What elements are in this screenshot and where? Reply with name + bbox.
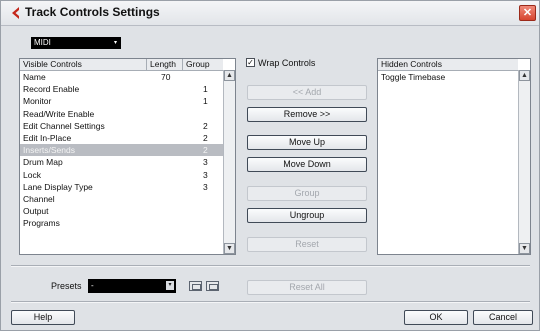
control-name: Edit In-Place: [23, 133, 72, 143]
control-name: Read/Write Enable: [23, 108, 95, 119]
move-up-button[interactable]: Move Up: [247, 135, 367, 150]
control-group: 2: [203, 120, 208, 131]
control-group: 2: [203, 133, 208, 143]
control-group: 3: [203, 157, 208, 168]
presets-label: Presets: [51, 281, 82, 291]
visible-control-row[interactable]: Read/Write Enable: [20, 108, 223, 120]
cubase-logo-icon: [12, 7, 19, 19]
save-preset-icon[interactable]: [189, 281, 202, 291]
control-name: Channel: [23, 194, 55, 204]
cancel-button[interactable]: Cancel: [473, 310, 533, 325]
dropdown-arrow-icon: ▾: [166, 281, 174, 290]
column-header-length[interactable]: Length: [147, 59, 183, 70]
control-name: Lock: [23, 169, 41, 180]
reset-button[interactable]: Reset: [247, 237, 367, 252]
reset-all-button[interactable]: Reset All: [247, 280, 367, 295]
visible-control-row[interactable]: Edit Channel Settings 2: [20, 120, 223, 132]
scroll-down-icon[interactable]: ▼: [224, 243, 235, 254]
move-down-button[interactable]: Move Down: [247, 157, 367, 172]
control-name: Edit Channel Settings: [23, 120, 105, 131]
ungroup-button[interactable]: Ungroup: [247, 208, 367, 223]
hidden-controls-header: Hidden Controls: [378, 59, 518, 71]
control-name: Name: [23, 72, 46, 82]
visible-controls-scrollbar[interactable]: ▲ ▼: [223, 70, 235, 254]
hidden-controls-scrollbar[interactable]: ▲ ▼: [518, 70, 530, 254]
dropdown-arrow-icon: ▾: [113, 40, 117, 46]
visible-control-row[interactable]: Record Enable 1: [20, 83, 223, 95]
control-name: Lane Display Type: [23, 181, 93, 192]
visible-control-row[interactable]: Edit In-Place 2: [20, 132, 223, 144]
visible-control-row[interactable]: Name 70: [20, 71, 223, 83]
track-type-value: MIDI: [34, 38, 51, 47]
hidden-controls-list[interactable]: Hidden Controls Toggle Timebase ▲ ▼: [377, 58, 531, 255]
window-title: Track Controls Settings: [25, 5, 160, 19]
control-group: 2: [203, 145, 208, 156]
control-group: 1: [203, 96, 208, 107]
add-button[interactable]: << Add: [247, 85, 367, 100]
divider: [11, 265, 530, 267]
visible-control-row[interactable]: Output: [20, 205, 223, 217]
control-length: 70: [161, 72, 171, 82]
control-name: Drum Map: [23, 157, 63, 168]
ok-button[interactable]: OK: [404, 310, 468, 325]
presets-value: -: [91, 281, 94, 290]
visible-control-row[interactable]: Channel: [20, 193, 223, 205]
scroll-up-icon[interactable]: ▲: [224, 70, 235, 81]
column-header-hidden-controls[interactable]: Hidden Controls: [378, 59, 518, 70]
control-group: 1: [203, 84, 208, 95]
presets-dropdown[interactable]: - ▾: [88, 279, 176, 293]
close-button[interactable]: ✕: [519, 5, 536, 21]
control-name: Programs: [23, 218, 60, 229]
control-name: Toggle Timebase: [381, 72, 446, 82]
delete-preset-icon[interactable]: [206, 281, 219, 291]
wrap-controls-checkbox[interactable]: ✓: [246, 58, 255, 67]
close-icon: ✕: [522, 7, 533, 19]
control-name: Inserts/Sends: [23, 145, 75, 156]
control-group: 3: [203, 181, 208, 192]
visible-controls-list[interactable]: Visible Controls Length Group Name 70 Reco…: [19, 58, 236, 255]
title-bar: Track Controls Settings ✕: [1, 1, 539, 26]
column-header-visible-controls[interactable]: Visible Controls: [20, 59, 147, 70]
control-name: Output: [23, 206, 49, 217]
visible-controls-header: Visible Controls Length Group: [20, 59, 223, 71]
help-button[interactable]: Help: [11, 310, 75, 325]
visible-control-row[interactable]: Monitor 1: [20, 95, 223, 107]
control-name: Monitor: [23, 96, 52, 107]
control-group: 3: [203, 169, 208, 180]
hidden-control-row[interactable]: Toggle Timebase: [378, 71, 518, 83]
track-type-dropdown[interactable]: MIDI ▾: [31, 37, 121, 49]
visible-control-row[interactable]: Lock 3: [20, 169, 223, 181]
divider: [11, 301, 530, 303]
remove-button[interactable]: Remove >>: [247, 107, 367, 122]
control-name: Record Enable: [23, 84, 80, 95]
scroll-up-icon[interactable]: ▲: [519, 70, 530, 81]
group-button[interactable]: Group: [247, 186, 367, 201]
wrap-controls-label: Wrap Controls: [258, 58, 316, 68]
scroll-down-icon[interactable]: ▼: [519, 243, 530, 254]
visible-control-row[interactable]: Programs: [20, 217, 223, 229]
column-header-group[interactable]: Group: [183, 59, 223, 70]
track-controls-dialog: Track Controls Settings ✕ MIDI ▾ Visible…: [0, 0, 540, 331]
visible-control-row[interactable]: Lane Display Type 3: [20, 181, 223, 193]
visible-control-row[interactable]: Inserts/Sends 2: [20, 144, 223, 157]
visible-control-row[interactable]: Drum Map 3: [20, 156, 223, 168]
